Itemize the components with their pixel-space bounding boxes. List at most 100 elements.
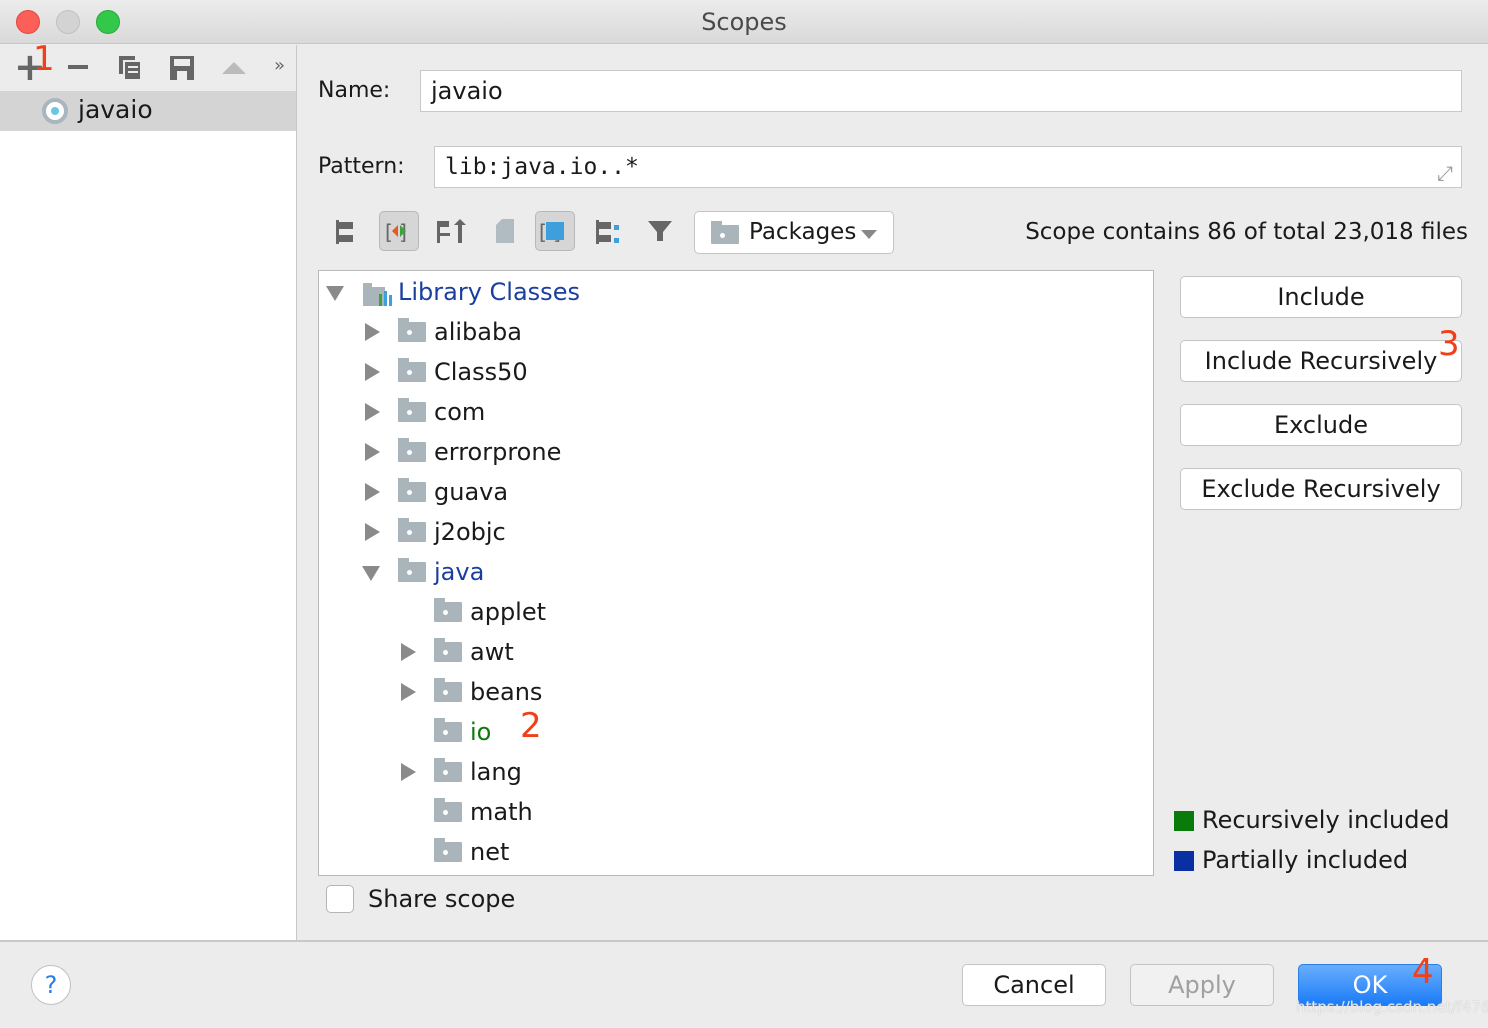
tree-node[interactable]: com (319, 392, 1153, 432)
more-icon[interactable]: » (274, 55, 285, 76)
tree-node-label: errorprone (434, 438, 562, 466)
view-select[interactable]: Packages (694, 211, 894, 254)
window-title: Scopes (701, 8, 787, 36)
tree-node-label: net (470, 838, 510, 866)
annotation-2: 2 (520, 706, 542, 746)
package-folder-icon (398, 358, 426, 382)
annotation-4: 4 (1412, 952, 1434, 992)
tree-node-label: applet (470, 598, 547, 626)
close-window-button[interactable] (16, 10, 40, 34)
tree-node[interactable]: applet (319, 592, 1153, 632)
package-folder-icon (434, 758, 462, 782)
legend-recursively-included: Recursively included (1202, 806, 1450, 834)
package-folder-icon (398, 438, 426, 462)
scope-info: Scope contains 86 of total 23,018 files (1025, 219, 1468, 245)
tree-node[interactable]: java (319, 552, 1153, 592)
move-up-icon[interactable] (222, 62, 246, 74)
annotation-3: 3 (1438, 324, 1460, 364)
tree-node[interactable]: j2objc (319, 512, 1153, 552)
share-scope-checkbox[interactable] (326, 885, 354, 913)
select-all-toggle[interactable]: [ ] (535, 211, 575, 251)
cancel-button[interactable]: Cancel (962, 964, 1106, 1006)
flatten-icon[interactable] (432, 211, 472, 251)
show-included-toggle[interactable]: [ ] (379, 211, 419, 251)
collapsed-arrow-icon[interactable] (365, 523, 380, 541)
package-folder-icon (398, 518, 426, 542)
package-folder-icon (398, 318, 426, 342)
pattern-value: lib:java.io..* (445, 154, 639, 180)
remove-icon[interactable] (68, 65, 88, 69)
tree-node-label: io (470, 718, 492, 746)
scopes-sidebar: + 1 » javaio (0, 39, 297, 940)
tree-node-label: guava (434, 478, 509, 506)
tree-node-label: com (434, 398, 486, 426)
expand-icon[interactable]: ⤢ (1437, 153, 1453, 193)
tree-node[interactable]: net (319, 832, 1153, 872)
include-button[interactable]: Include (1180, 276, 1462, 318)
tree-node[interactable]: Class50 (319, 352, 1153, 392)
partially-included-swatch (1174, 851, 1194, 871)
group-by-icon[interactable] (327, 211, 367, 251)
collapsed-arrow-icon[interactable] (365, 483, 380, 501)
collapsed-arrow-icon[interactable] (401, 763, 416, 781)
footer-divider (0, 940, 1488, 942)
zoom-window-button[interactable] (96, 10, 120, 34)
include-recursively-button[interactable]: Include Recursively (1180, 340, 1462, 382)
scope-item-javaio[interactable]: javaio (0, 91, 296, 131)
collapsed-arrow-icon[interactable] (365, 363, 380, 381)
help-button[interactable]: ? (31, 965, 71, 1005)
share-scope-label: Share scope (368, 885, 516, 913)
tree-node-label: math (470, 798, 533, 826)
tree-node[interactable]: alibaba (319, 312, 1153, 352)
package-tree[interactable]: Library Classes alibaba Class50 com errorpro… (318, 270, 1154, 876)
package-folder-icon (398, 398, 426, 422)
pattern-input[interactable]: lib:java.io..* ⤢ (434, 146, 1462, 188)
collapsed-arrow-icon[interactable] (401, 643, 416, 661)
tree-node-label: java (434, 558, 485, 586)
tree-node[interactable]: errorprone (319, 432, 1153, 472)
pattern-label: Pattern: (318, 154, 405, 179)
view-select-value: Packages (749, 219, 857, 245)
package-folder-icon (434, 718, 462, 742)
minimize-window-button[interactable] (56, 10, 80, 34)
package-folder-icon (398, 558, 426, 582)
name-input[interactable]: javaio (420, 70, 1462, 112)
recursively-included-swatch (1174, 811, 1194, 831)
folder-icon (711, 221, 739, 244)
scope-label: javaio (78, 95, 153, 124)
title-bar: Scopes (0, 0, 1488, 44)
collapsed-arrow-icon[interactable] (365, 403, 380, 421)
package-folder-icon (434, 598, 462, 622)
collapsed-arrow-icon[interactable] (365, 323, 380, 341)
expanded-arrow-icon[interactable] (362, 566, 380, 581)
package-folder-icon (398, 478, 426, 502)
exclude-recursively-button[interactable]: Exclude Recursively (1180, 468, 1462, 510)
expanded-arrow-icon[interactable] (326, 286, 344, 301)
package-folder-icon (434, 838, 462, 862)
collapsed-arrow-icon[interactable] (365, 443, 380, 461)
tree-node[interactable]: beans (319, 672, 1153, 712)
tree-node[interactable]: guava (319, 472, 1153, 512)
scope-icon (42, 98, 68, 124)
collapsed-arrow-icon[interactable] (401, 683, 416, 701)
tree-node[interactable]: io 2 (319, 706, 1153, 752)
tree-node[interactable]: lang (319, 752, 1153, 792)
chevron-down-icon (861, 230, 877, 239)
module-tree-icon[interactable] (588, 211, 628, 251)
sidebar-toolbar: + 1 » (0, 39, 296, 91)
file-icon[interactable] (484, 211, 524, 251)
tree-node-label: Library Classes (398, 278, 580, 306)
legend-partially-included: Partially included (1202, 846, 1409, 874)
annotation-1: 1 (33, 39, 55, 79)
tree-node-label: awt (470, 638, 514, 666)
tree-node[interactable]: math (319, 792, 1153, 832)
package-folder-icon (434, 798, 462, 822)
tree-node-label: j2objc (434, 518, 506, 546)
tree-node[interactable]: awt (319, 632, 1153, 672)
save-icon[interactable] (170, 56, 194, 80)
apply-button[interactable]: Apply (1130, 964, 1274, 1006)
tree-node[interactable]: Library Classes (319, 272, 1153, 312)
filter-icon[interactable] (640, 211, 680, 251)
copy-icon[interactable] (118, 55, 142, 81)
exclude-button[interactable]: Exclude (1180, 404, 1462, 446)
